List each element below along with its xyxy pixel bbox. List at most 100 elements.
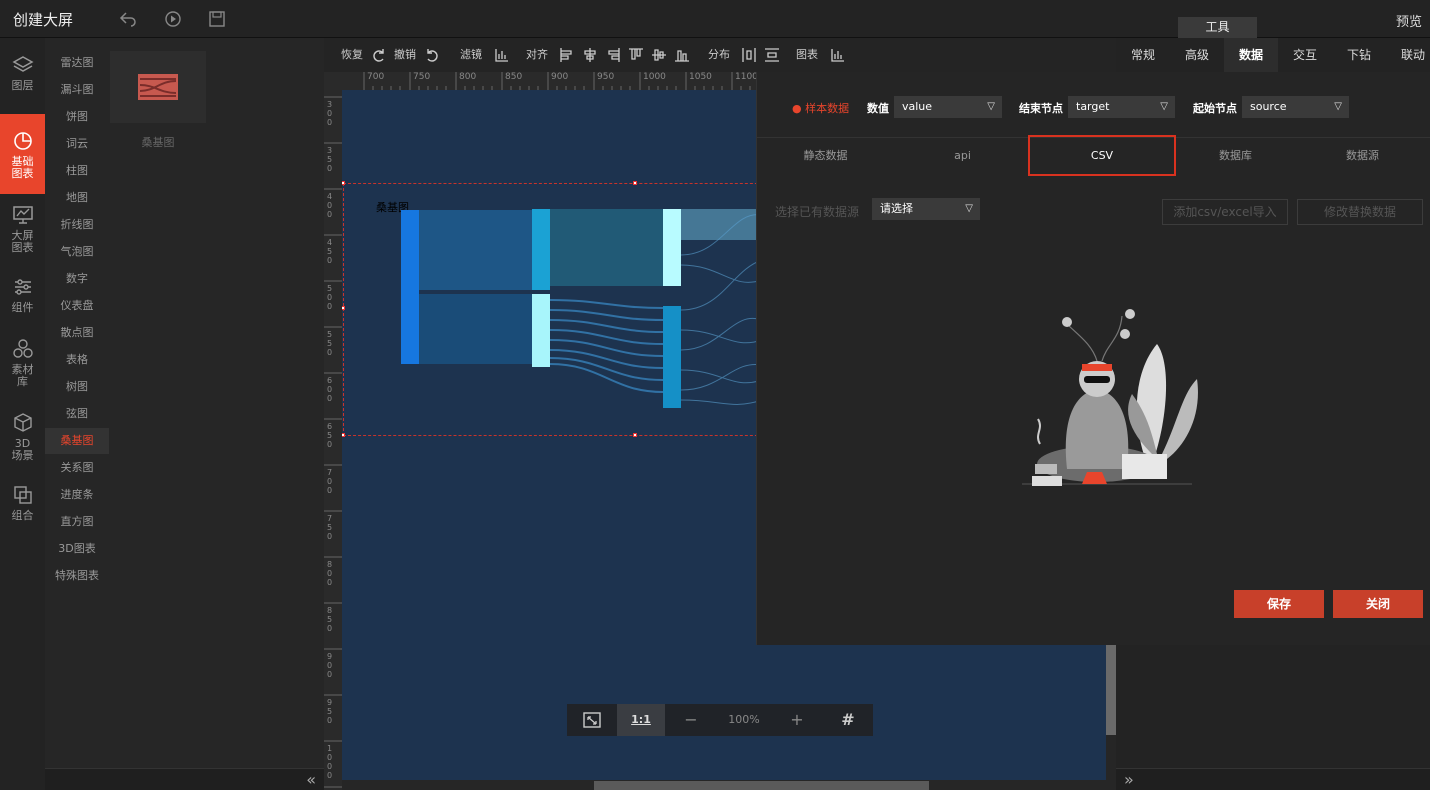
category-item[interactable]: 散点图 — [45, 320, 109, 346]
tool-tab[interactable]: 工具 — [1178, 17, 1257, 38]
category-item[interactable]: 漏斗图 — [45, 77, 109, 103]
end-node-select[interactable]: target ▽ — [1068, 96, 1175, 118]
close-button[interactable]: 关闭 — [1333, 590, 1423, 618]
grid-toggle-button[interactable]: # — [823, 704, 873, 736]
add-csv-button[interactable]: 添加csv/excel导入 — [1162, 199, 1288, 225]
source-tab-static[interactable]: 静态数据 — [757, 135, 894, 176]
align-bottom-icon[interactable] — [674, 47, 690, 63]
fit-screen-button[interactable] — [567, 704, 617, 736]
sankey-thumbnail[interactable] — [110, 51, 206, 123]
existing-source-select[interactable]: 请选择 ▽ — [872, 198, 980, 220]
nav-layers[interactable]: 图层 — [0, 54, 45, 110]
category-item[interactable]: 关系图 — [45, 455, 109, 481]
align-top-icon[interactable] — [628, 47, 644, 63]
nav-combine[interactable]: 组合 — [0, 484, 45, 540]
zoom-in-button[interactable]: + — [777, 704, 817, 736]
top-bar: 创建大屏 工具 预览 — [0, 0, 1430, 38]
nav-3d-scene[interactable]: 3D场景 — [0, 412, 45, 468]
align-label[interactable]: 对齐 — [526, 47, 548, 63]
back-icon[interactable] — [118, 9, 138, 29]
existing-source-label: 选择已有数据源 — [775, 205, 860, 219]
sankey-chart[interactable] — [342, 90, 762, 430]
category-item[interactable]: 弦图 — [45, 401, 109, 427]
filter-chart-icon[interactable] — [494, 47, 510, 63]
ruler-label: 950 — [327, 698, 333, 725]
filter-label[interactable]: 滤镜 — [460, 47, 482, 63]
value-select-text: value — [902, 100, 933, 113]
ruler-label: 1000 — [327, 744, 333, 780]
ruler-label: 850 — [505, 72, 523, 82]
tab-general[interactable]: 常规 — [1116, 38, 1170, 72]
one-to-one-button[interactable]: 1:1 — [617, 704, 665, 736]
category-item[interactable]: 直方图 — [45, 509, 109, 535]
align-right-icon[interactable] — [605, 47, 621, 63]
source-tab-csv[interactable]: CSV — [1028, 135, 1176, 176]
chart-icon[interactable] — [830, 47, 846, 63]
category-list: 雷达图 漏斗图 饼图 词云 柱图 地图 折线图 气泡图 数字 仪表盘 散点图 表… — [45, 38, 110, 768]
redo-icon[interactable] — [371, 47, 387, 63]
nav-components[interactable]: 组件 — [0, 276, 45, 332]
tab-drilldown[interactable]: 下钻 — [1332, 38, 1386, 72]
category-item[interactable]: 3D图表 — [45, 536, 109, 562]
tab-advanced[interactable]: 高级 — [1170, 38, 1224, 72]
expand-panel-bar[interactable]: » — [1116, 768, 1430, 790]
category-item[interactable]: 词云 — [45, 131, 109, 157]
category-item[interactable]: 柱图 — [45, 158, 109, 184]
category-item[interactable]: 饼图 — [45, 104, 109, 130]
collapse-left-icon[interactable]: « — [306, 770, 316, 789]
chevron-down-icon: ▽ — [965, 203, 973, 214]
combine-icon — [13, 486, 32, 504]
source-tab-api[interactable]: api — [894, 135, 1031, 176]
ruler-label: 1100 — [735, 72, 758, 82]
category-item[interactable]: 雷达图 — [45, 50, 109, 76]
category-item[interactable]: 特殊图表 — [45, 563, 109, 589]
source-tab-database[interactable]: 数据库 — [1167, 135, 1304, 176]
vertical-scroll-thumb[interactable] — [1106, 640, 1116, 735]
nav-basic-charts[interactable]: 基础图表 — [0, 114, 45, 194]
category-item[interactable]: 折线图 — [45, 212, 109, 238]
nav-screen-charts[interactable]: 大屏图表 — [0, 204, 45, 260]
value-select[interactable]: value ▽ — [894, 96, 1002, 118]
start-node-select[interactable]: source ▽ — [1242, 96, 1349, 118]
ruler-label: 800 — [459, 72, 477, 82]
horizontal-scroll-thumb[interactable] — [594, 781, 929, 790]
redo-label[interactable]: 恢复 — [341, 47, 363, 63]
nav-assets[interactable]: 素材库 — [0, 338, 45, 394]
source-tab-datasource[interactable]: 数据源 — [1294, 135, 1430, 176]
tab-linkage[interactable]: 联动 — [1386, 38, 1430, 72]
category-item[interactable]: 数字 — [45, 266, 109, 292]
save-button[interactable]: 保存 — [1234, 590, 1324, 618]
preview-button[interactable]: 预览 — [1396, 11, 1422, 30]
expand-right-icon[interactable]: » — [1124, 770, 1134, 789]
category-item[interactable]: 进度条 — [45, 482, 109, 508]
align-middle-icon[interactable] — [651, 47, 667, 63]
category-item-active[interactable]: 桑基图 — [45, 428, 109, 454]
category-item[interactable]: 气泡图 — [45, 239, 109, 265]
distribute-v-icon[interactable] — [764, 47, 780, 63]
category-item[interactable]: 地图 — [45, 185, 109, 211]
category-item[interactable]: 仪表盘 — [45, 293, 109, 319]
chart-label[interactable]: 图表 — [796, 47, 818, 63]
modify-data-button[interactable]: 修改替换数据 — [1297, 199, 1423, 225]
resize-handle[interactable] — [342, 433, 345, 437]
undo-label[interactable]: 撤销 — [394, 47, 416, 63]
play-icon[interactable] — [163, 9, 183, 29]
align-center-icon[interactable] — [582, 47, 598, 63]
save-icon[interactable] — [207, 9, 227, 29]
ruler-label: 950 — [597, 72, 615, 82]
end-node-label: 结束节点 — [1019, 102, 1063, 115]
undo-icon[interactable] — [424, 47, 440, 63]
collapse-panel-bar[interactable]: « — [45, 768, 324, 790]
zoom-out-button[interactable]: − — [671, 704, 711, 736]
category-item[interactable]: 表格 — [45, 347, 109, 373]
distribute-h-icon[interactable] — [741, 47, 757, 63]
tab-interaction[interactable]: 交互 — [1278, 38, 1332, 72]
sample-data-label[interactable]: ● 样本数据 — [792, 100, 849, 116]
align-left-icon[interactable] — [559, 47, 575, 63]
resize-handle[interactable] — [633, 433, 637, 437]
distribute-label[interactable]: 分布 — [708, 47, 730, 63]
chevron-down-icon: ▽ — [1160, 101, 1168, 112]
ruler-label: 650 — [327, 422, 333, 449]
category-item[interactable]: 树图 — [45, 374, 109, 400]
tab-data[interactable]: 数据 — [1224, 38, 1278, 72]
